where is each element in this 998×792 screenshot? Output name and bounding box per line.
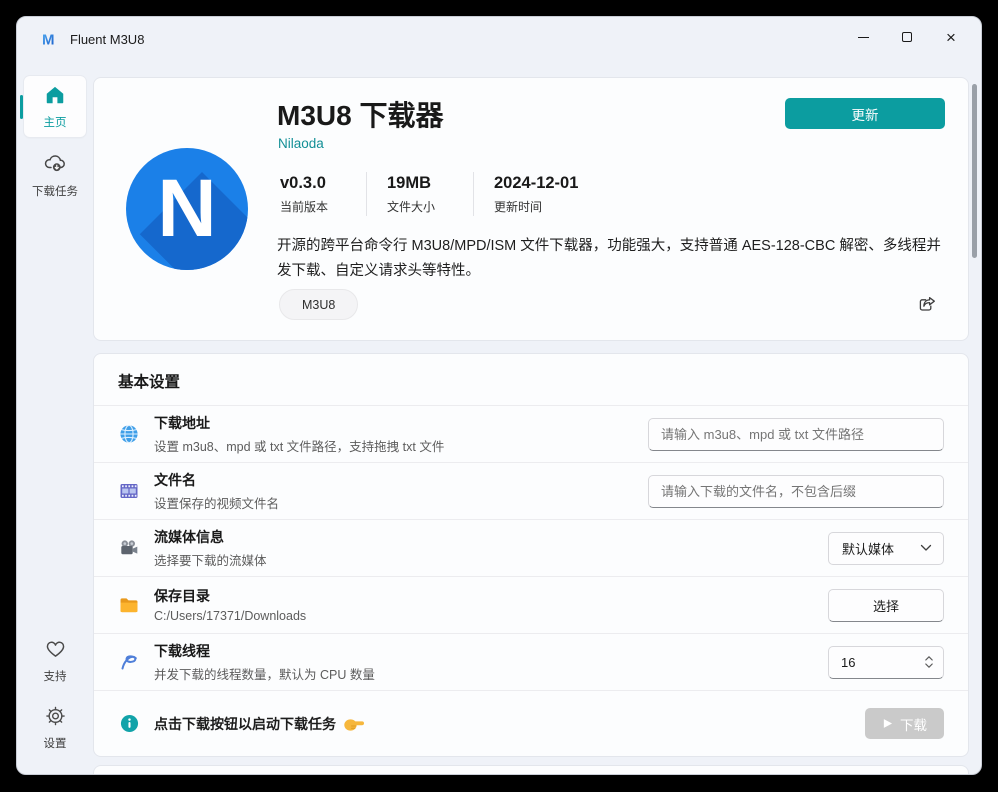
stat-divider [366,172,367,216]
stat-value: v0.3.0 [280,174,358,193]
setting-row-filename: 文件名 设置保存的视频文件名 [94,462,968,519]
maximize-icon [902,32,912,42]
info-icon [118,714,140,733]
window-title: Fluent M3U8 [70,32,144,47]
close-icon: × [946,29,956,46]
basic-settings-card: 基本设置 下载地址 [93,353,969,757]
share-icon [917,294,937,314]
app-icon-letter: N [126,148,248,270]
stat-updated: 2024-12-01 更新时间 [494,174,578,215]
thread-count-stepper[interactable] [828,646,944,679]
download-url-input[interactable] [648,418,944,451]
sidebar-item-settings[interactable]: 设置 [24,697,86,758]
sidebar-item-label: 下载任务 [24,183,86,199]
setting-row-save-directory: 保存目录 C:/Users/17371/Downloads 选择 [94,576,968,633]
download-button-label: 下载 [900,714,927,734]
setting-subtitle: 设置保存的视频文件名 [154,493,634,512]
sidebar-item-label: 设置 [24,735,86,751]
setting-title: 文件名 [154,471,634,489]
hint-message: 点击下载按钮以启动下载任务 [154,714,336,734]
sidebar-item-label: 主页 [24,114,86,130]
thread-count-input[interactable] [829,648,899,677]
minimize-icon [858,37,869,38]
window-controls: × [841,22,973,52]
settings-header: 基本设置 [94,354,968,405]
stat-value: 2024-12-01 [494,174,578,193]
sidebar-item-home[interactable]: 主页 [24,76,86,137]
stat-divider [473,172,474,216]
close-button[interactable]: × [929,22,973,52]
setting-title: 下载地址 [154,414,634,432]
setting-text: 文件名 设置保存的视频文件名 [154,471,634,512]
media-select-value: 默认媒体 [842,539,894,558]
tag-m3u8: M3U8 [279,289,358,320]
stat-label: 文件大小 [387,198,465,215]
cloud-download-icon [43,151,67,175]
minimize-button[interactable] [841,22,885,52]
app-stats: v0.3.0 当前版本 19MB 文件大小 2024-12-01 更新时间 [280,172,578,216]
scrollbar[interactable] [972,84,977,258]
chevron-down-icon [920,544,932,552]
heart-icon [44,638,67,660]
film-frames-icon [118,481,140,501]
filename-input[interactable] [648,475,944,508]
sidebar-item-download-tasks[interactable]: 下载任务 [24,143,86,206]
setting-subtitle: 并发下载的线程数量，默认为 CPU 数量 [154,664,814,683]
setting-row-download-url: 下载地址 设置 m3u8、mpd 或 txt 文件路径，支持拖拽 txt 文件 [94,405,968,462]
active-indicator [20,95,23,119]
setting-text: 下载线程 并发下载的线程数量，默认为 CPU 数量 [154,642,814,683]
setting-subtitle: 选择要下载的流媒体 [154,550,814,569]
sidebar-item-support[interactable]: 支持 [24,630,86,691]
page-title: M3U8 下载器 [277,94,443,134]
desktop-background: M Fluent M3U8 × 主页 [0,0,998,792]
app-logo-icon: M [41,31,59,47]
setting-title: 保存目录 [154,587,814,605]
titlebar[interactable]: M Fluent M3U8 × [17,17,981,61]
setting-text: 保存目录 C:/Users/17371/Downloads [154,587,814,623]
download-hint-text: 点击下载按钮以启动下载任务 [154,714,365,734]
setting-subtitle: 设置 m3u8、mpd 或 txt 文件路径，支持拖拽 txt 文件 [154,436,634,455]
setting-text: 流媒体信息 选择要下载的流媒体 [154,528,814,569]
stat-value: 19MB [387,174,465,193]
gear-icon [44,705,67,727]
home-icon [44,84,66,106]
app-icon: N [126,148,248,270]
maximize-button[interactable] [885,22,929,52]
spinner-arrows-icon [923,652,935,672]
stat-label: 更新时间 [494,198,578,215]
setting-row-threads: 下载线程 并发下载的线程数量，默认为 CPU 数量 [94,633,968,690]
share-button[interactable] [917,294,937,314]
update-button[interactable]: 更新 [785,98,945,129]
setting-text: 下载地址 设置 m3u8、mpd 或 txt 文件路径，支持拖拽 txt 文件 [154,414,634,455]
media-select-dropdown[interactable]: 默认媒体 [828,532,944,565]
save-path: C:/Users/17371/Downloads [154,609,814,623]
app-info-card: N M3U8 下载器 Nilaoda 更新 v0.3.0 当前版本 19MB 文… [93,77,969,341]
folder-icon [118,595,140,615]
download-hint-row: 点击下载按钮以启动下载任务 下载 [94,690,968,756]
main-content: N M3U8 下载器 Nilaoda 更新 v0.3.0 当前版本 19MB 文… [93,61,969,775]
next-section-card [93,765,969,775]
stat-version: v0.3.0 当前版本 [280,174,358,215]
svg-text:M: M [42,32,55,48]
stat-filesize: 19MB 文件大小 [387,174,465,215]
sidebar-item-label: 支持 [24,668,86,684]
app-window: M Fluent M3U8 × 主页 [16,16,982,775]
setting-row-stream-media: 流媒体信息 选择要下载的流媒体 默认媒体 [94,519,968,576]
globe-icon [118,424,140,444]
download-button[interactable]: 下载 [865,708,944,739]
setting-title: 流媒体信息 [154,528,814,546]
app-description: 开源的跨平台命令行 M3U8/MPD/ISM 文件下载器，功能强大，支持普通 A… [277,234,944,284]
setting-title: 下载线程 [154,642,814,660]
sidebar: 主页 下载任务 [17,61,93,774]
author-link[interactable]: Nilaoda [278,136,324,151]
play-icon [882,718,893,729]
choose-directory-button[interactable]: 选择 [828,589,944,622]
movie-camera-icon [118,538,140,558]
pointing-finger-icon [343,715,365,733]
stat-label: 当前版本 [280,198,358,215]
knot-icon [118,652,140,672]
